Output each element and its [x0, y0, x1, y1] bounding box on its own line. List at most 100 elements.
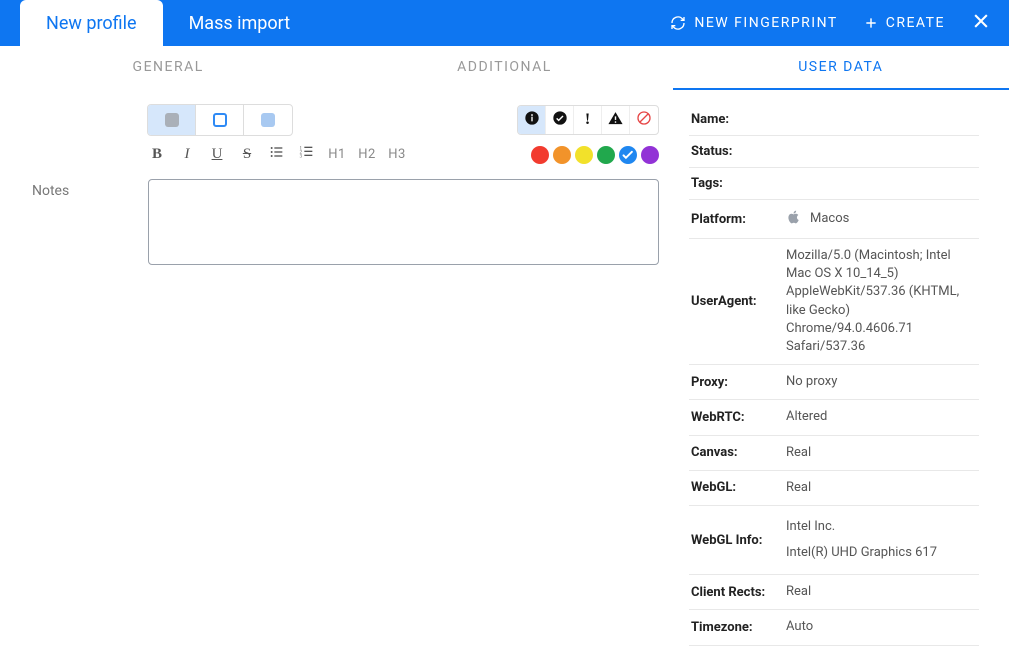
row-key: Timezone:: [689, 610, 784, 645]
action-label: NEW FINGERPRINT: [694, 15, 837, 31]
table-row: Name:: [689, 104, 979, 136]
table-row: WebGL:Real: [689, 470, 979, 505]
notes-textarea[interactable]: [148, 179, 659, 265]
color-orange[interactable]: [553, 146, 571, 164]
warning-triangle-icon: [607, 110, 624, 131]
subtab-user-data[interactable]: USER DATA: [673, 46, 1009, 90]
row-value: No proxy: [784, 365, 979, 400]
color-purple[interactable]: [641, 146, 659, 164]
row-value: Real: [784, 470, 979, 505]
table-row: Proxy:No proxy: [689, 365, 979, 400]
row-value: Macos: [784, 200, 979, 239]
user-data-panel: Name:Status:Tags:Platform:MacosUserAgent…: [679, 104, 1009, 646]
header-tabs: New profile Mass import: [0, 0, 316, 46]
subtab-label: ADDITIONAL: [457, 59, 552, 75]
status-warning[interactable]: [602, 106, 630, 134]
main-content: ! B I U S: [0, 104, 679, 646]
refresh-icon: [670, 15, 686, 31]
table-row: Timezone:Auto: [689, 610, 979, 645]
row-key: Tags:: [689, 168, 784, 200]
tab-mass-import[interactable]: Mass import: [163, 0, 317, 46]
table-row: WebRTC:Altered: [689, 400, 979, 435]
status-icon-group: !: [517, 105, 659, 135]
subtab-general[interactable]: GENERAL: [0, 46, 336, 90]
table-row: WebGL Info:Intel Inc.Intel(R) UHD Graphi…: [689, 505, 979, 574]
bold-button[interactable]: B: [147, 146, 167, 163]
color-yellow[interactable]: [575, 146, 593, 164]
app-header: New profile Mass import NEW FINGERPRINT …: [0, 0, 1009, 46]
plus-icon: [864, 16, 878, 30]
table-row: Client Rects:Real: [689, 575, 979, 610]
tab-label: New profile: [46, 13, 137, 34]
ban-icon: [636, 110, 652, 130]
view-mode-light[interactable]: [244, 105, 292, 135]
row-key: UserAgent:: [689, 239, 784, 365]
close-icon: [971, 11, 991, 35]
table-row: Tags:: [689, 168, 979, 200]
table-row: Status:: [689, 136, 979, 168]
subtab-label: GENERAL: [133, 59, 204, 75]
row-key: Proxy:: [689, 365, 784, 400]
square-outline-icon: [213, 113, 227, 127]
section-tabs: GENERAL ADDITIONAL USER DATA: [0, 46, 1009, 90]
row-key: WebRTC:: [689, 400, 784, 435]
bullet-list-button[interactable]: [267, 144, 287, 165]
row-value: Auto: [784, 610, 979, 645]
ordered-list-button[interactable]: 123: [297, 144, 317, 165]
italic-button[interactable]: I: [177, 146, 197, 163]
h3-button[interactable]: H3: [387, 147, 407, 162]
row-key: WebGL:: [689, 470, 784, 505]
tab-label: Mass import: [189, 13, 291, 34]
notes-field-row: Notes: [32, 179, 659, 265]
user-data-table: Name:Status:Tags:Platform:MacosUserAgent…: [689, 104, 979, 646]
color-blue[interactable]: [619, 146, 637, 164]
color-red[interactable]: [531, 146, 549, 164]
subtab-label: USER DATA: [798, 59, 883, 75]
close-button[interactable]: [971, 11, 991, 35]
notes-label: Notes: [32, 179, 132, 265]
view-mode-filled[interactable]: [148, 105, 196, 135]
apple-icon: [786, 208, 802, 230]
header-actions: NEW FINGERPRINT CREATE: [670, 0, 1009, 46]
status-success[interactable]: [546, 106, 574, 134]
row-key: Canvas:: [689, 435, 784, 470]
row-value: [784, 168, 979, 200]
table-row: Canvas:Real: [689, 435, 979, 470]
row-value: Intel Inc.Intel(R) UHD Graphics 617: [784, 505, 979, 574]
row-value: Real: [784, 575, 979, 610]
square-filled-icon: [165, 113, 179, 127]
underline-button[interactable]: U: [207, 146, 227, 163]
check-circle-icon: [552, 110, 568, 130]
exclamation-icon: !: [585, 111, 590, 129]
status-block[interactable]: [630, 106, 658, 134]
color-green[interactable]: [597, 146, 615, 164]
row-key: Status:: [689, 136, 784, 168]
row-value: [784, 104, 979, 136]
row-value: Altered: [784, 400, 979, 435]
tab-new-profile[interactable]: New profile: [20, 0, 163, 46]
text-format-group: B I U S 123 H1 H2 H3: [147, 144, 407, 165]
create-button[interactable]: CREATE: [864, 15, 945, 31]
status-info[interactable]: [518, 106, 546, 134]
row-key: Name:: [689, 104, 784, 136]
row-key: WebGL Info:: [689, 505, 784, 574]
row-value: Real: [784, 435, 979, 470]
row-value: Mozilla/5.0 (Macintosh; Intel Mac OS X 1…: [784, 239, 979, 365]
h2-button[interactable]: H2: [357, 147, 377, 162]
strike-button[interactable]: S: [237, 146, 257, 163]
svg-text:3: 3: [300, 154, 303, 159]
row-key: Platform:: [689, 200, 784, 239]
row-value: [784, 136, 979, 168]
view-mode-outline[interactable]: [196, 105, 244, 135]
table-row: UserAgent:Mozilla/5.0 (Macintosh; Intel …: [689, 239, 979, 365]
table-row: Platform:Macos: [689, 200, 979, 239]
view-mode-group: [147, 104, 293, 136]
row-key: Client Rects:: [689, 575, 784, 610]
new-fingerprint-button[interactable]: NEW FINGERPRINT: [670, 15, 837, 31]
action-label: CREATE: [886, 15, 945, 31]
subtab-additional[interactable]: ADDITIONAL: [336, 46, 672, 90]
square-light-icon: [261, 113, 275, 127]
color-palette: [531, 146, 659, 164]
status-attention[interactable]: !: [574, 106, 602, 134]
h1-button[interactable]: H1: [327, 147, 347, 162]
